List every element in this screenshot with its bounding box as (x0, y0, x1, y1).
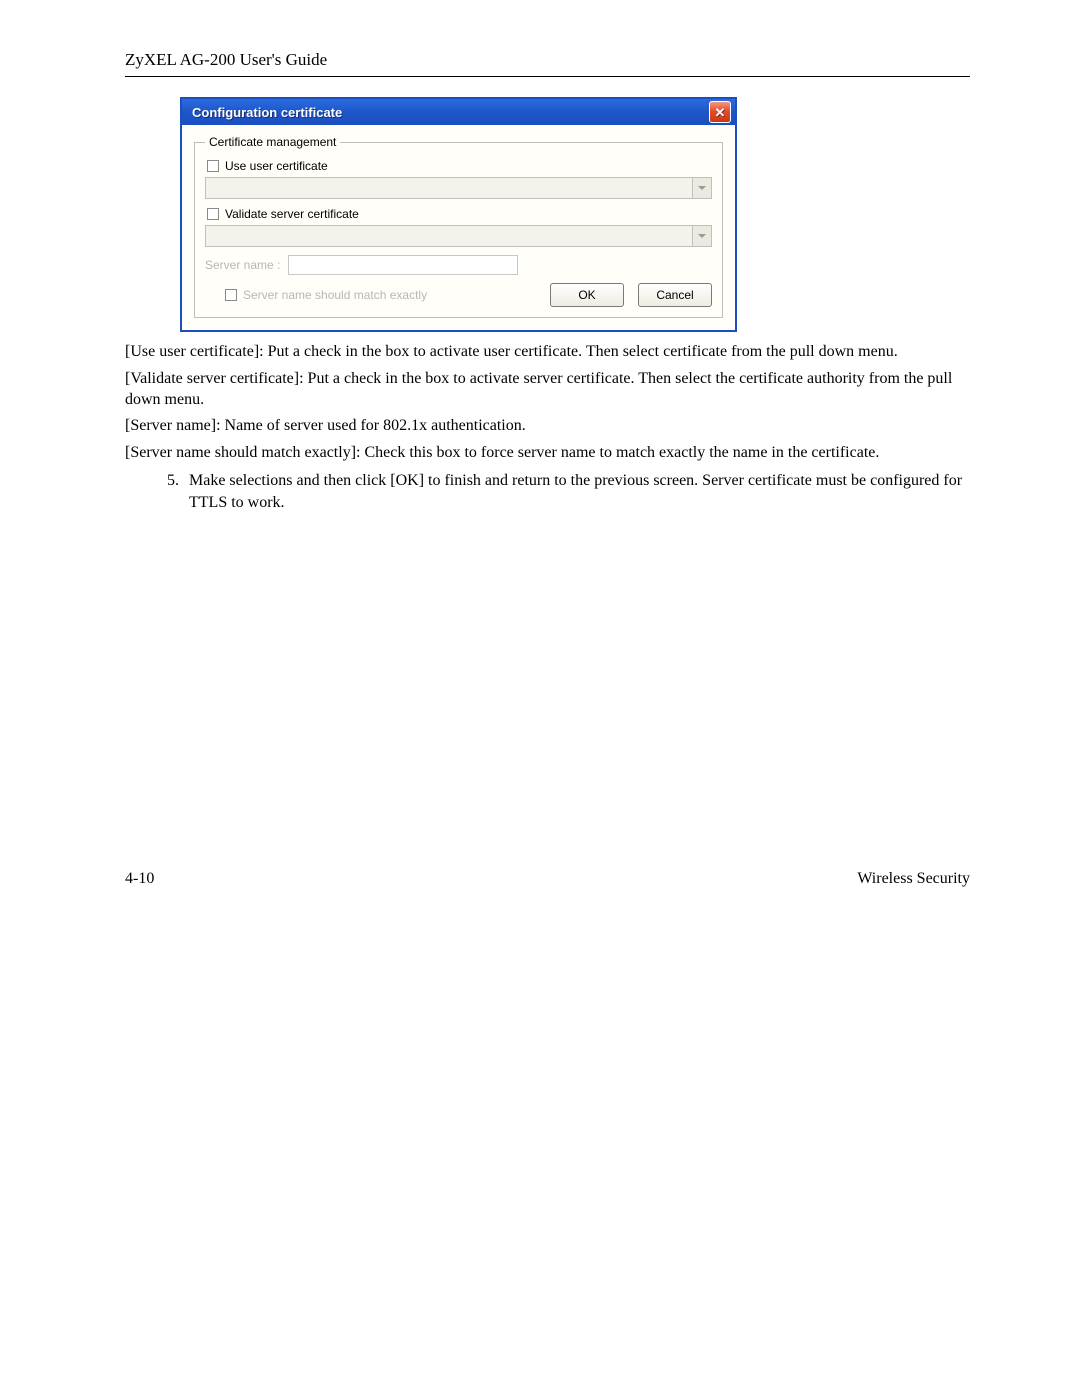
desc-use-user-certificate: [Use user certificate]: Put a check in t… (125, 342, 970, 363)
ok-button-label: OK (578, 288, 595, 302)
user-certificate-dropdown-button[interactable] (692, 178, 711, 198)
group-legend: Certificate management (205, 135, 340, 149)
server-certificate-field (206, 226, 692, 246)
dialog-title: Configuration certificate (192, 105, 342, 120)
match-exactly-label: Server name should match exactly (243, 288, 427, 302)
close-icon: ✕ (715, 106, 726, 119)
match-exactly-checkbox[interactable] (225, 289, 237, 301)
section-title: Wireless Security (857, 870, 970, 888)
server-name-input[interactable] (288, 255, 518, 275)
certificate-management-group: Certificate management Use user certific… (194, 135, 723, 318)
user-certificate-dropdown[interactable] (205, 177, 712, 199)
close-button[interactable]: ✕ (709, 101, 731, 123)
ok-button[interactable]: OK (550, 283, 624, 307)
dialog-titlebar[interactable]: Configuration certificate ✕ (182, 99, 735, 125)
desc-server-name: [Server name]: Name of server used for 8… (125, 416, 970, 437)
use-user-certificate-checkbox[interactable] (207, 160, 219, 172)
cancel-button-label: Cancel (656, 288, 693, 302)
desc-match-exactly: [Server name should match exactly]: Chec… (125, 443, 970, 464)
config-certificate-dialog: Configuration certificate ✕ Certificate … (180, 97, 737, 332)
validate-server-certificate-label: Validate server certificate (225, 207, 359, 221)
page-header-title: ZyXEL AG-200 User's Guide (125, 50, 327, 69)
user-certificate-field (206, 178, 692, 198)
desc-validate-server-certificate: [Validate server certificate]: Put a che… (125, 369, 970, 411)
chevron-down-icon (698, 234, 706, 238)
server-certificate-dropdown-button[interactable] (692, 226, 711, 246)
use-user-certificate-label: Use user certificate (225, 159, 328, 173)
server-name-label: Server name : (205, 258, 280, 272)
page-number: 4-10 (125, 870, 154, 888)
cancel-button[interactable]: Cancel (638, 283, 712, 307)
server-certificate-dropdown[interactable] (205, 225, 712, 247)
validate-server-certificate-checkbox[interactable] (207, 208, 219, 220)
step-5: Make selections and then click [OK] to f… (183, 470, 970, 513)
chevron-down-icon (698, 186, 706, 190)
